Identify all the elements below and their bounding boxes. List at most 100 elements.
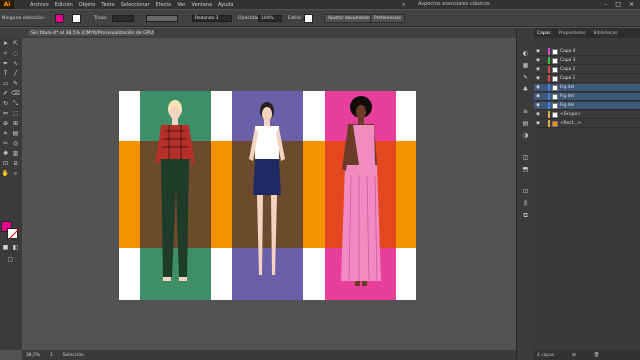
layer-row[interactable]: ◉ Capa 1: [534, 75, 640, 83]
workspace-switcher[interactable]: Aspectos esenciales clásicos: [418, 1, 530, 8]
swatches-panel-icon[interactable]: ▦: [521, 62, 530, 70]
mesh-icon[interactable]: ⌗: [1, 130, 10, 138]
layer-name[interactable]: Capa 3: [560, 58, 575, 63]
direct-selection-tool-icon[interactable]: ⇱: [11, 40, 20, 48]
zoom-tool-icon[interactable]: ⌕: [11, 170, 20, 178]
layer-row[interactable]: ◉ Fig.del: [534, 93, 640, 101]
layer-row[interactable]: ◉ Capa 4: [534, 48, 640, 56]
menu-archivo[interactable]: Archivo: [30, 2, 49, 8]
maximize-icon[interactable]: □: [615, 1, 621, 8]
color-panel-icon[interactable]: ◐: [521, 50, 530, 58]
fashion-figure-skirt[interactable]: [241, 99, 293, 299]
rectangle-tool-icon[interactable]: ▭: [1, 80, 10, 88]
minimize-icon[interactable]: –: [604, 1, 607, 8]
transform-panel-icon[interactable]: ⊡: [521, 188, 530, 196]
curvature-icon[interactable]: ∿: [11, 60, 20, 68]
graph-tool-icon[interactable]: ▥: [11, 150, 20, 158]
eye-icon[interactable]: ◉: [534, 112, 542, 117]
gradient-panel-icon[interactable]: ▤: [521, 120, 530, 128]
eye-icon[interactable]: ◉: [534, 103, 542, 108]
slice-icon[interactable]: ⧄: [11, 160, 20, 168]
fashion-figure-gown[interactable]: [335, 95, 387, 297]
opacity-field[interactable]: 100%: [258, 15, 282, 22]
layer-row[interactable]: ◉ Fig.del: [534, 102, 640, 110]
eye-icon[interactable]: ◉: [534, 76, 542, 81]
preferences-button[interactable]: Preferencias: [370, 14, 406, 23]
eyedropper-icon[interactable]: ✑: [1, 140, 10, 148]
transparency-panel-icon[interactable]: ◑: [521, 132, 530, 140]
eye-icon[interactable]: ◉: [534, 121, 542, 126]
rotate-icon[interactable]: ↻: [1, 100, 10, 108]
menu-objeto[interactable]: Objeto: [79, 2, 96, 8]
menu-texto[interactable]: Texto: [101, 2, 114, 8]
appearance-panel-icon[interactable]: ◫: [521, 154, 530, 162]
blend-icon[interactable]: ◎: [11, 140, 20, 148]
color-mode-icon[interactable]: ■: [1, 244, 10, 252]
symbol-sprayer-icon[interactable]: ✺: [1, 150, 10, 158]
align-panel-icon[interactable]: ⫼: [521, 200, 530, 208]
eye-icon[interactable]: ◉: [534, 67, 542, 72]
document-setup-button[interactable]: Ajustar documento: [324, 14, 374, 23]
stroke-color-icon[interactable]: [7, 228, 18, 239]
graphic-styles-icon[interactable]: ⬒: [521, 166, 530, 174]
layer-name[interactable]: Fig.del: [560, 103, 574, 108]
hand-tool-icon[interactable]: ✋: [1, 170, 10, 178]
screen-mode-icon[interactable]: ▢: [6, 256, 15, 264]
brush-field[interactable]: Redondo 3: [192, 15, 232, 22]
layer-name[interactable]: Capa 4: [560, 49, 575, 54]
menu-ventana[interactable]: Ventana: [191, 2, 212, 8]
layer-row[interactable]: ◉ <Rect...>: [534, 120, 640, 128]
layer-row[interactable]: ◉ Capa 2: [534, 66, 640, 74]
stroke-weight-field[interactable]: [112, 15, 134, 22]
document-tab[interactable]: Sin título-4* al 38,5% (CMYK/Previsualiz…: [27, 28, 155, 37]
perspective-icon[interactable]: ⊞: [11, 120, 20, 128]
layer-row[interactable]: ◉ Capa 3: [534, 57, 640, 65]
layer-row[interactable]: ◉ <Grupo>: [534, 111, 640, 119]
delete-layer-icon[interactable]: 🗑: [594, 353, 600, 358]
style-swatch[interactable]: [304, 14, 313, 23]
scale-icon[interactable]: ⤡: [11, 100, 20, 108]
layer-name[interactable]: Capa 1: [560, 76, 575, 81]
artboard[interactable]: [119, 91, 416, 300]
tab-propiedades[interactable]: Propiedades: [559, 31, 586, 36]
new-layer-icon[interactable]: ⊞: [572, 353, 576, 358]
menu-ver[interactable]: Ver: [177, 2, 185, 8]
eye-icon[interactable]: ◉: [534, 49, 542, 54]
type-tool-icon[interactable]: T: [1, 70, 10, 78]
close-icon[interactable]: ✕: [629, 1, 634, 8]
eye-icon[interactable]: ◉: [534, 94, 542, 99]
draw-mode-icon[interactable]: ◧: [11, 244, 20, 252]
eraser-icon[interactable]: ⌫: [11, 90, 20, 98]
artboard-tool-icon[interactable]: ⊡: [1, 160, 10, 168]
menu-seleccionar[interactable]: Seleccionar: [121, 2, 150, 8]
tab-capas[interactable]: Capas: [537, 31, 551, 36]
search-icon[interactable]: ⌕: [402, 1, 405, 9]
artboard-number[interactable]: 1: [50, 353, 53, 358]
fill-swatch[interactable]: [55, 14, 64, 23]
line-tool-icon[interactable]: ╱: [11, 70, 20, 78]
brushes-panel-icon[interactable]: ✎: [521, 74, 530, 82]
tab-bibliotecas[interactable]: Bibliotecas: [593, 31, 617, 36]
stroke-panel-icon[interactable]: ≡: [521, 108, 530, 116]
free-transform-icon[interactable]: ⬚: [11, 110, 20, 118]
pathfinder-panel-icon[interactable]: ⧉: [521, 212, 530, 220]
layer-name[interactable]: Capa 2: [560, 67, 575, 72]
fashion-figure-plaid[interactable]: [149, 97, 201, 297]
shape-builder-icon[interactable]: ⊕: [1, 120, 10, 128]
paintbrush-icon[interactable]: ✎: [11, 80, 20, 88]
symbols-panel-icon[interactable]: ♣: [521, 86, 530, 94]
width-tool-icon[interactable]: ⇔: [1, 110, 10, 118]
selection-tool-icon[interactable]: ➤: [1, 40, 10, 48]
menu-ayuda[interactable]: Ayuda: [218, 2, 233, 8]
lasso-icon[interactable]: ◌: [11, 50, 20, 58]
pen-tool-icon[interactable]: ✒: [1, 60, 10, 68]
layer-row[interactable]: ◉ Fig.del: [534, 84, 640, 92]
zoom-level[interactable]: 38,5%: [26, 353, 40, 358]
menu-edicion[interactable]: Edición: [55, 2, 73, 8]
menu-efecto[interactable]: Efecto: [156, 2, 172, 8]
magic-wand-icon[interactable]: ✧: [1, 50, 10, 58]
layer-name[interactable]: Fig.del: [560, 94, 574, 99]
eye-icon[interactable]: ◉: [534, 85, 542, 90]
stroke-swatch[interactable]: [72, 14, 81, 23]
gradient-icon[interactable]: ▤: [11, 130, 20, 138]
